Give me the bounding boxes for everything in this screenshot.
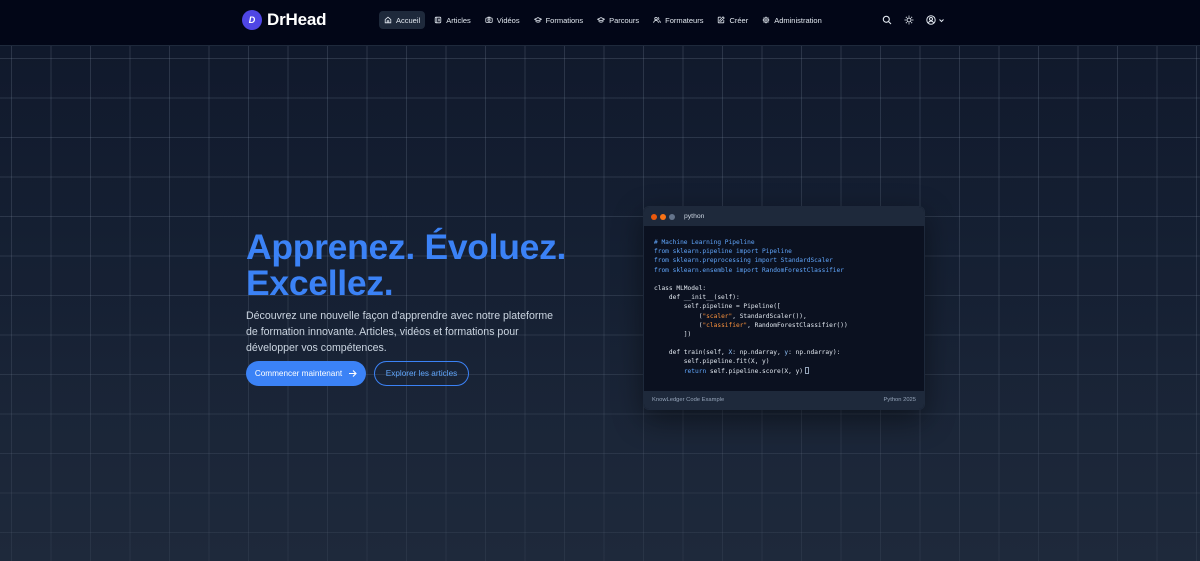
background-grid — [0, 46, 1200, 561]
nav-item-label: Accueil — [396, 15, 421, 25]
nav-item-creer[interactable]: Créer — [712, 11, 753, 29]
graduation-cap-icon — [533, 17, 542, 23]
gear-icon — [762, 16, 770, 24]
nav-item-label: Vidéos — [496, 15, 520, 25]
background-fade — [0, 46, 1200, 561]
code-line: return self.pipeline.score(X, y) — [654, 366, 919, 376]
brand-link[interactable]: D DrHead — [242, 10, 326, 30]
user-circle-icon — [926, 15, 936, 25]
top-navbar: D DrHead Accueil Articles Vidéos Formati… — [0, 0, 1200, 46]
code-line: # Machine Learning Pipeline — [654, 239, 755, 246]
graduation-cap-icon — [597, 17, 606, 23]
window-dot-red — [651, 213, 657, 220]
nav-item-label: Formations — [545, 15, 584, 25]
code-language-label: python — [684, 213, 705, 220]
code-line: self.pipeline.fit(X, y) — [654, 358, 770, 366]
nav-item-administration[interactable]: Administration — [757, 11, 827, 29]
nav-actions — [882, 13, 945, 27]
nav-item-label: Administration — [774, 15, 822, 25]
start-now-button[interactable]: Commencer maintenant — [246, 361, 366, 386]
main-nav: Accueil Articles Vidéos Formations Parco… — [379, 11, 827, 29]
code-footer-right: Python 2025 — [883, 397, 916, 403]
user-menu-button[interactable] — [926, 15, 945, 25]
code-line: def __init__(self): — [654, 294, 740, 302]
code-footer-left: KnowLedger Code Example — [652, 397, 725, 403]
home-icon — [384, 16, 392, 24]
nav-item-formateurs[interactable]: Formateurs — [648, 11, 708, 29]
code-line: self.pipeline = Pipeline([ — [654, 303, 781, 311]
code-body: # Machine Learning Pipeline from sklearn.… — [654, 238, 919, 376]
book-icon — [434, 16, 442, 24]
hero-description: Découvrez une nouvelle façon d'apprendre… — [246, 310, 554, 354]
code-line: ]) — [654, 330, 692, 338]
code-line: from sklearn.preprocessing import Standa… — [654, 257, 833, 265]
nav-item-articles[interactable]: Articles — [429, 11, 476, 29]
sun-icon — [904, 15, 914, 25]
brand-logo-icon: D — [242, 10, 262, 30]
arrow-right-icon — [349, 370, 357, 377]
search-button[interactable] — [882, 15, 892, 25]
window-dot-gray — [669, 213, 675, 220]
code-line: from sklearn.ensemble import RandomFores… — [654, 266, 844, 274]
code-window: python # Machine Learning Pipeline from s… — [643, 206, 925, 410]
explore-articles-button[interactable]: Explorer les articles — [374, 361, 469, 386]
nav-item-label: Articles — [446, 15, 471, 25]
search-icon — [882, 15, 892, 25]
edit-icon — [718, 16, 726, 24]
code-line: class MLModel: — [654, 284, 707, 292]
explore-articles-label: Explorer les articles — [385, 369, 458, 378]
code-line: from sklearn.pipeline import Pipeline — [654, 248, 792, 256]
chevron-down-icon — [939, 18, 944, 22]
nav-item-accueil[interactable]: Accueil — [379, 11, 426, 29]
nav-item-parcours[interactable]: Parcours — [592, 11, 644, 29]
code-window-footer: KnowLedger Code Example Python 2025 — [644, 391, 924, 409]
theme-toggle-button[interactable] — [904, 15, 914, 25]
code-line: def train(self, X: np.ndarray, y: np.nda… — [654, 349, 841, 357]
hero-title: Apprenez. Évoluez. Excellez. — [246, 227, 626, 303]
video-icon — [485, 16, 493, 23]
nav-item-label: Parcours — [609, 15, 640, 25]
brand-name: DrHead — [267, 10, 327, 29]
window-dot-orange — [660, 213, 666, 220]
code-line: ("classifier", RandomForestClassifier()) — [654, 321, 848, 329]
nav-item-label: Formateurs — [665, 15, 704, 25]
hero-title-line: Excellez. — [246, 262, 394, 303]
nav-item-videos[interactable]: Vidéos — [480, 11, 525, 29]
code-window-header: python — [644, 207, 924, 226]
code-line: ("scaler", StandardScaler()), — [654, 312, 807, 320]
start-now-label: Commencer maintenant — [254, 369, 343, 378]
hero-title-line: Apprenez. Évoluez. — [246, 227, 567, 267]
nav-item-formations[interactable]: Formations — [529, 11, 589, 29]
brand-logo-letter: D — [249, 15, 256, 25]
users-icon — [653, 16, 661, 23]
nav-item-label: Créer — [729, 15, 749, 25]
text-cursor — [805, 366, 810, 374]
